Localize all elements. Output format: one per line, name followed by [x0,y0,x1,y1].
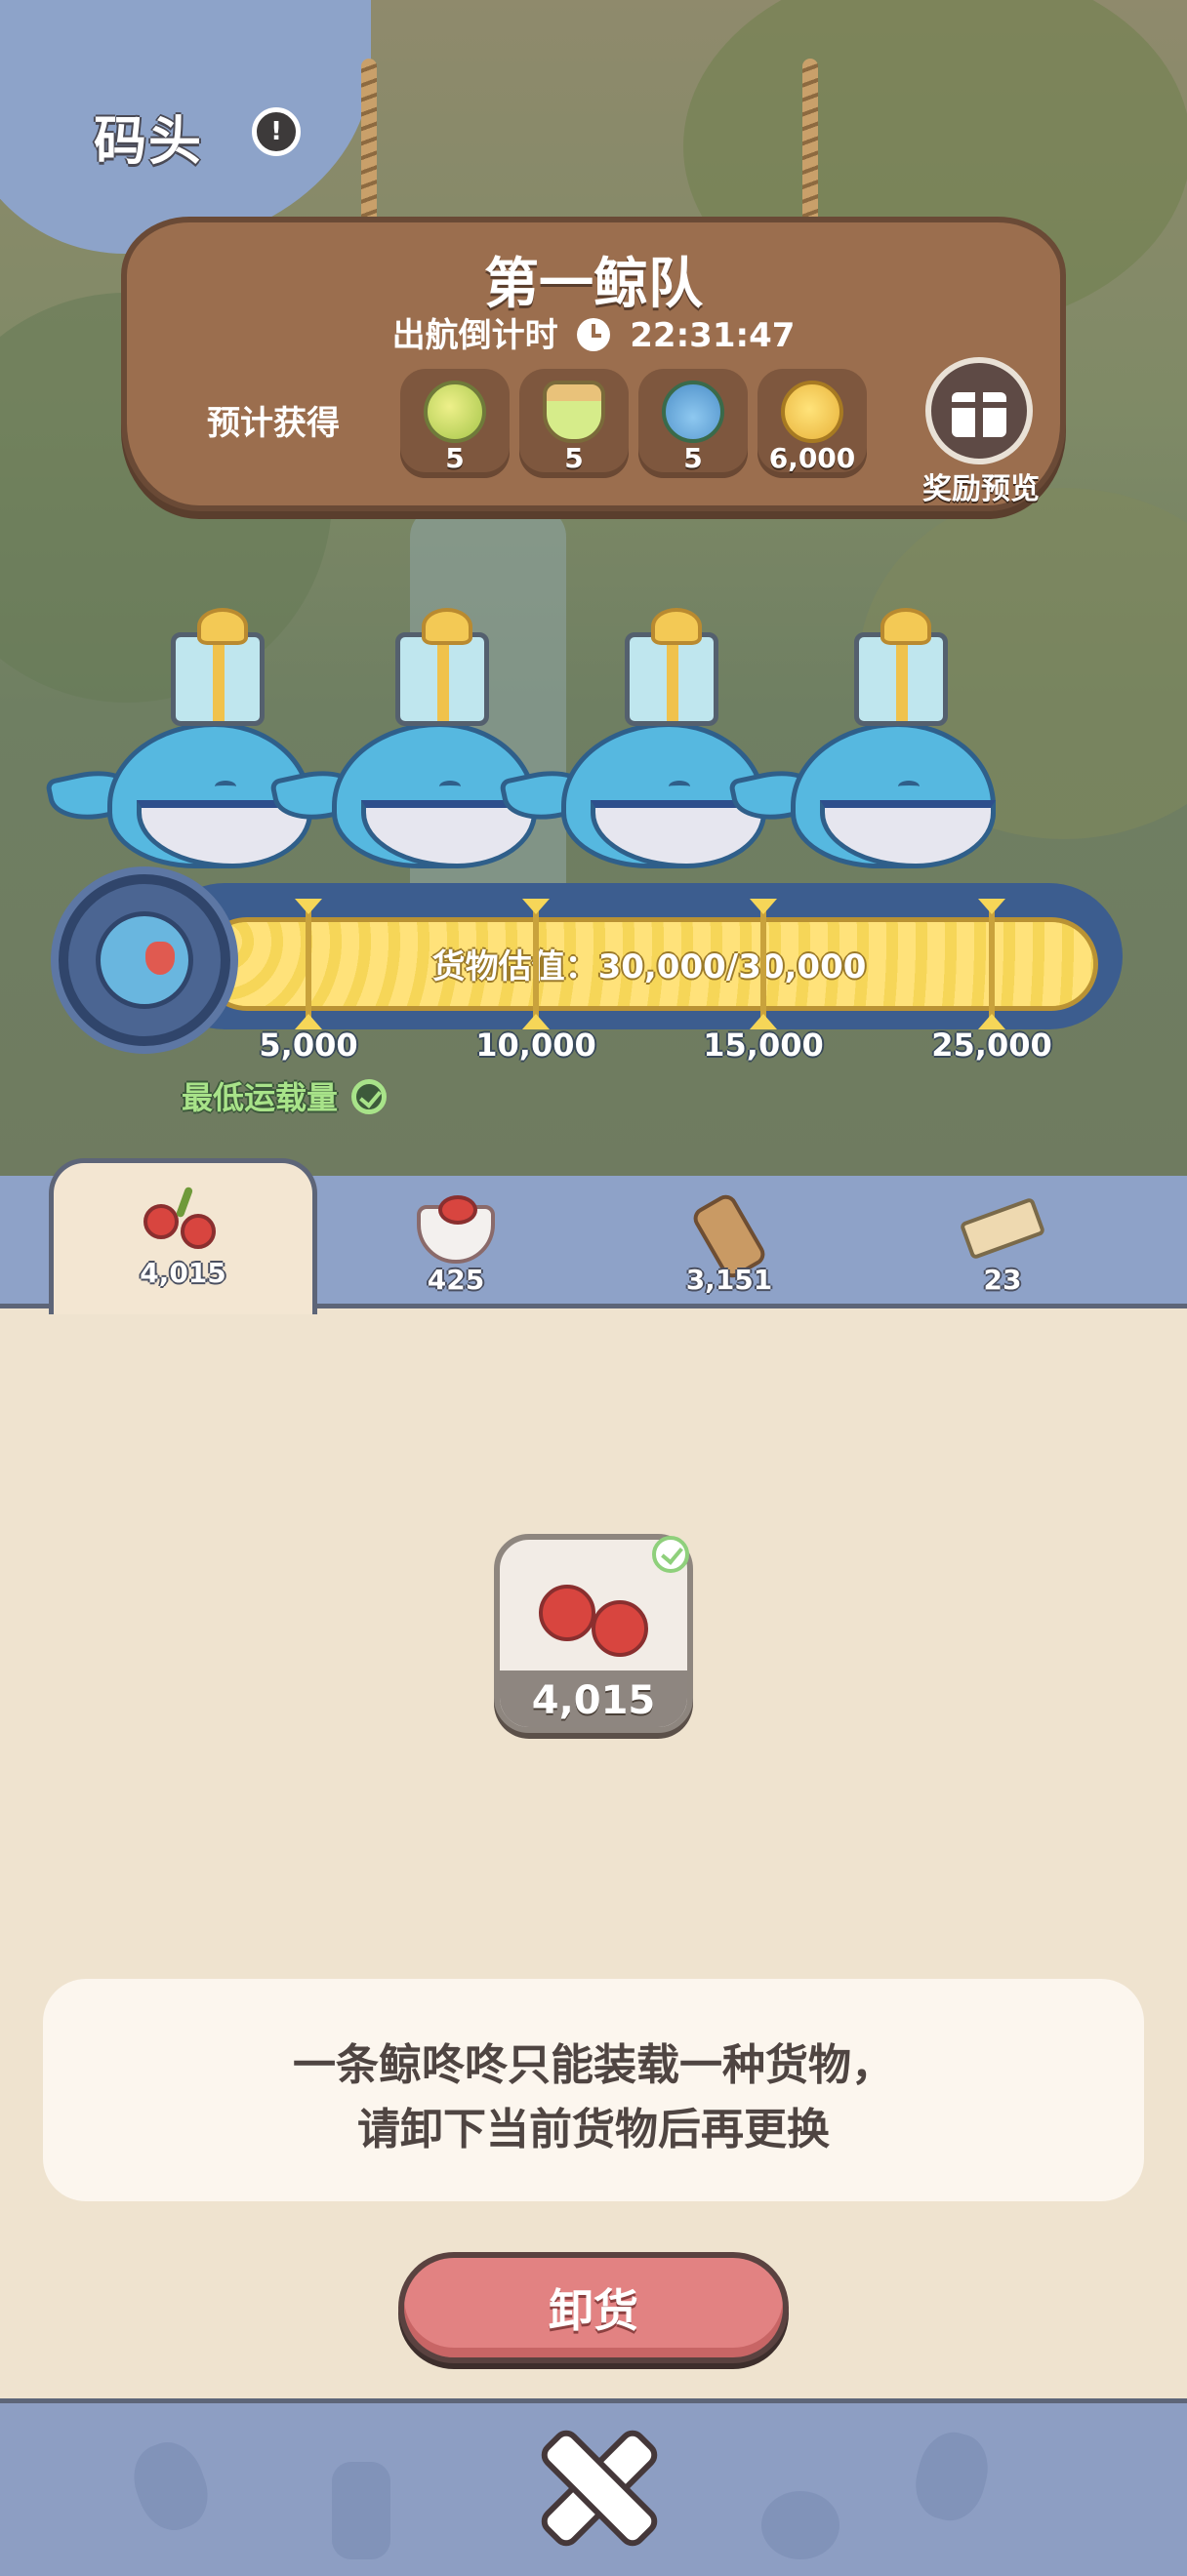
milestone-label: 5,000 [259,1026,358,1064]
min-load-row: 最低运载量 [182,1073,388,1118]
potion-bottle-icon [543,381,605,443]
fleet-name: 第一鲸队 [484,253,703,316]
gift-icon [948,392,1010,437]
ship-wheel-icon [59,874,230,1046]
tab-count: 23 [983,1264,1022,1296]
milestone-marker [295,899,322,1029]
milestone-marker [522,899,550,1029]
gift-box-icon [625,608,718,726]
cargo-count: 4,015 [531,1678,656,1723]
expected-rewards-label: 预计获得 [207,404,340,443]
paw-print [761,2491,839,2559]
reward-qty: 5 [564,442,584,474]
notice-line: 请卸下当前货物后再更换 [357,2105,830,2154]
gift-box-icon [171,608,265,726]
cargo-value-bar: 货物估值：30,000/30,000 [200,917,1098,1011]
reward-preview-button[interactable] [925,357,1033,464]
clock-icon [577,318,611,351]
cargo-tab-bar: 4,015 425 3,151 23 [0,1158,1187,1314]
countdown-value: 22:31:47 [630,316,796,355]
paw-print [907,2425,997,2528]
milestone-marker [978,899,1005,1029]
gift-box-icon [854,608,948,726]
info-icon[interactable]: ! [252,107,301,156]
gift-box-icon [395,608,489,726]
countdown-label: 出航倒计时 [391,316,558,355]
unload-button[interactable]: 卸货 [398,2252,789,2363]
page-title: 码头 [94,110,203,172]
green-orb-icon [424,381,486,443]
milestone-label: 10,000 [475,1026,596,1064]
whale[interactable] [727,608,1005,878]
reward-slot[interactable]: 6,000 [757,369,867,478]
milestone-marker [750,899,777,1029]
tab-plank[interactable]: 23 [890,1176,1115,1308]
reward-slot[interactable]: 5 [638,369,748,478]
reward-slot[interactable]: 5 [400,369,510,478]
notice-panel: 一条鲸咚咚只能装载一种货物， 请卸下当前货物后再更换 [43,1979,1144,2201]
countdown-row: 出航倒计时 22:31:47 [127,308,1060,356]
reward-qty: 5 [683,442,703,474]
tab-count: 425 [427,1264,485,1296]
gold-coin-icon [781,381,843,443]
cherry-icon [130,1185,237,1263]
whale-eye [439,781,461,792]
cherry-icon [529,1565,656,1663]
whale-avatar [96,911,193,1009]
min-load-label: 最低运载量 [182,1079,339,1116]
milestone-label: 15,000 [703,1026,824,1064]
check-icon [351,1079,388,1114]
tab-count: 4,015 [140,1257,226,1289]
milestone-label: 25,000 [931,1026,1052,1064]
cargo-value-label: 货物估值：30,000/30,000 [431,947,867,986]
bell-flower-icon [662,381,724,443]
fleet-sign-panel: 第一鲸队 出航倒计时 22:31:47 预计获得 5 5 5 6,000 奖励预… [121,217,1066,511]
whale-eye [669,781,690,792]
reward-qty: 5 [445,442,465,474]
close-icon[interactable] [535,2424,652,2541]
reward-qty: 6,000 [768,442,856,474]
whale-eye [898,781,920,792]
paw-print [123,2433,219,2540]
plank-icon [959,1196,1046,1261]
tab-fruit-bowl[interactable]: 425 [344,1176,568,1308]
check-icon [652,1536,689,1573]
reward-slot[interactable]: 5 [519,369,629,478]
unload-label: 卸货 [549,2284,638,2337]
reward-preview-label: 奖励预览 [922,472,1040,506]
paw-print [332,2462,390,2559]
whale-eye [215,781,236,792]
tab-log[interactable]: 3,151 [617,1176,841,1308]
tab-count: 3,151 [685,1264,773,1296]
notice-line: 一条鲸咚咚只能装载一种货物， [293,2040,894,2090]
fruit-bowl-icon [417,1195,495,1264]
tab-cherry[interactable]: 4,015 [49,1158,317,1314]
